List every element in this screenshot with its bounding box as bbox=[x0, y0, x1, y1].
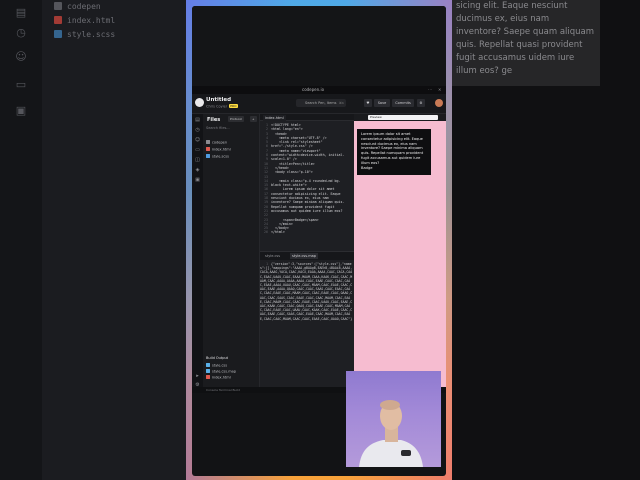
browser-url[interactable]: codepen.io bbox=[302, 87, 324, 92]
background-preview-text: sicing elit. Eaque nesciunt ducimus ex, … bbox=[456, 1, 595, 76]
history-icon: ◷ bbox=[16, 26, 26, 39]
file-item[interactable]: codepen bbox=[206, 140, 257, 146]
tab-index-html[interactable]: index.html bbox=[263, 115, 286, 121]
file-item[interactable]: index.html bbox=[206, 147, 257, 153]
background-file: codepen bbox=[54, 2, 101, 14]
html-code[interactable]: 1 <!DOCTYPE html> 2 <html lang="en"> 3 <head… bbox=[260, 123, 354, 235]
browser-close-icon[interactable]: ✕ bbox=[438, 87, 441, 92]
preview-panel: Preview Lorem ipsum dolor sit amet conse… bbox=[354, 114, 446, 393]
video-frame: ▤ ◷ ☺ ▭ ▣ codepen index.html style.scss … bbox=[0, 0, 640, 480]
editor-tabbar-bottom: style.css style.css.map bbox=[260, 252, 354, 260]
avatar[interactable] bbox=[435, 99, 443, 107]
screen-recording: codepen.io ⋯ ✕ Untitled Chris Coyier PRO … bbox=[192, 86, 446, 393]
commits-button[interactable]: Commits bbox=[392, 99, 414, 107]
files-icon: ▤ bbox=[15, 6, 27, 19]
background-sidebar: ▤ ◷ ☺ ▭ ▣ bbox=[0, 0, 42, 480]
settings-icon[interactable]: ⚙ bbox=[417, 99, 425, 107]
ai-icon: ▣ bbox=[15, 104, 27, 117]
presenter-image bbox=[359, 400, 423, 467]
user-add-icon: ☺ bbox=[15, 50, 27, 63]
code-editor[interactable]: index.html 1 <!DOCTYPE html> 2 <html lang="… bbox=[260, 114, 354, 393]
browser-chrome: codepen.io ⋯ ✕ bbox=[192, 86, 446, 103]
search-input[interactable]: Search Pen, Items ⌘K bbox=[296, 99, 346, 107]
code-line[interactable]: 21 accusamus aut quidem iure illum eos? bbox=[260, 209, 354, 213]
save-button[interactable]: Save bbox=[374, 99, 390, 107]
build-output-panel: Build Output style.css style.css.map ind… bbox=[206, 356, 257, 388]
files-icon[interactable]: ▤ bbox=[194, 117, 201, 124]
build-output-title: Build Output bbox=[206, 356, 229, 360]
tab-style-css[interactable]: style.css bbox=[263, 253, 283, 259]
css-map-code[interactable]: 1 {"version":3,"sources":["style.css"],"n… bbox=[260, 262, 354, 321]
preview-card: Lorem ipsum dolor sit amet consectetur a… bbox=[357, 129, 431, 175]
tab-style-css-map[interactable]: style.css.map bbox=[290, 253, 318, 259]
background-file: index.html bbox=[54, 16, 115, 28]
assets-icon[interactable]: ◫ bbox=[194, 157, 201, 164]
packages-icon[interactable]: ◈ bbox=[194, 167, 201, 174]
files-panel: Files Protocol + Search files... codepen… bbox=[203, 114, 260, 393]
window-controls[interactable] bbox=[196, 88, 210, 103]
editor-tabbar: index.html bbox=[260, 114, 354, 121]
project-title[interactable]: Untitled bbox=[206, 97, 231, 103]
codepen-header: Untitled Chris Coyier PRO Search Pen, Ite… bbox=[192, 94, 446, 114]
preview-badge: Badge bbox=[361, 165, 373, 170]
left-nav: ▤ ◷ ☺ ▭ ◫ ◈ ▣ ▸ ⚙ bbox=[192, 114, 203, 393]
browser-menu-icon[interactable]: ⋯ bbox=[428, 87, 432, 92]
background-file: style.scss bbox=[54, 30, 115, 42]
build-file-item[interactable]: index.html bbox=[206, 375, 257, 381]
history-icon[interactable]: ◷ bbox=[194, 127, 201, 134]
preview-bar: Preview bbox=[354, 114, 446, 121]
project-owner: Chris Coyier PRO bbox=[206, 104, 238, 109]
protocol-button[interactable]: Protocol bbox=[228, 116, 245, 122]
add-file-button[interactable]: + bbox=[250, 116, 257, 122]
code-line[interactable]: 26 </html> bbox=[260, 230, 354, 234]
user-add-icon[interactable]: ☺ bbox=[194, 137, 201, 144]
preview-text: Lorem ipsum dolor sit amet consectetur a… bbox=[361, 132, 424, 165]
ai-icon[interactable]: ▣ bbox=[194, 177, 201, 184]
files-title: Files bbox=[207, 117, 221, 123]
chat-icon: ▭ bbox=[15, 78, 27, 91]
preview-url[interactable]: Preview bbox=[368, 115, 438, 120]
video-top-blank bbox=[192, 6, 446, 86]
heart-icon[interactable]: ♥ bbox=[364, 99, 372, 107]
terminal-icon[interactable]: ▸ bbox=[194, 373, 201, 380]
file-item[interactable]: style.scss bbox=[206, 154, 257, 160]
file-search-input[interactable]: Search files... bbox=[206, 126, 256, 132]
pro-badge: PRO bbox=[229, 104, 238, 108]
chat-icon[interactable]: ▭ bbox=[194, 147, 201, 154]
codepen-logo-icon[interactable] bbox=[195, 98, 204, 107]
